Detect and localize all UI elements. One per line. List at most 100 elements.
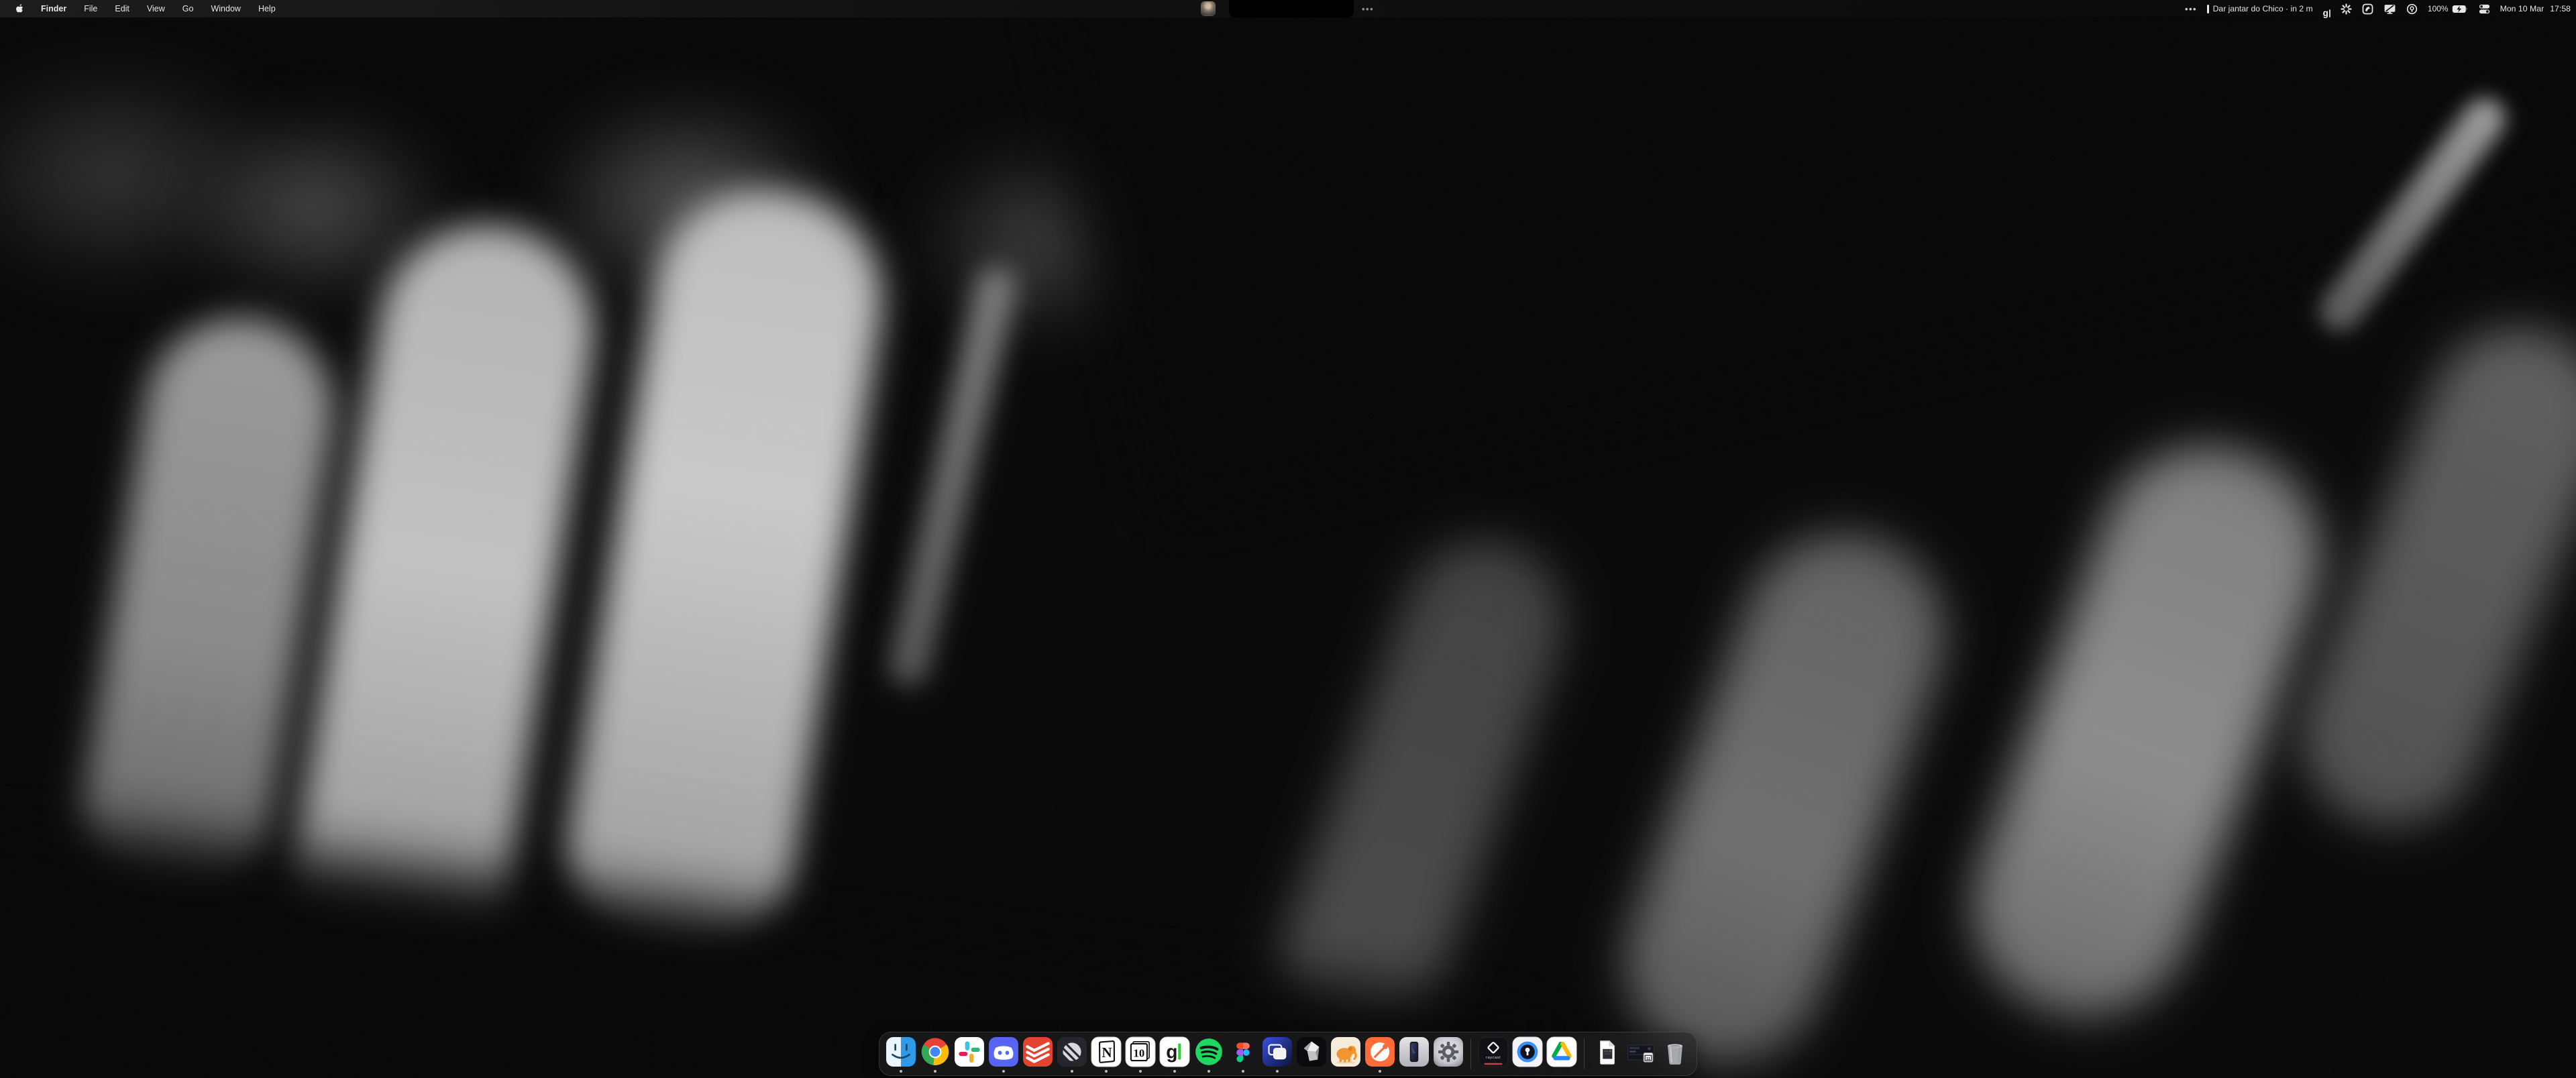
- running-indicator-dot: [900, 1070, 902, 1073]
- dock-item-postman[interactable]: [1364, 1036, 1395, 1067]
- finder-icon: [885, 1036, 916, 1067]
- svg-text:g: g: [1166, 1040, 1177, 1062]
- dock-item-linear[interactable]: [1057, 1036, 1087, 1067]
- discord-icon: [988, 1036, 1019, 1067]
- burst-icon: [2341, 3, 2352, 15]
- control-center-menu-item[interactable]: [2479, 0, 2490, 17]
- granola-menu-item[interactable]: g: [2323, 0, 2330, 17]
- notion-icon: N: [1091, 1036, 1122, 1067]
- dock-item-black-3d-app[interactable]: [1296, 1036, 1327, 1067]
- menu-window[interactable]: Window: [202, 0, 249, 17]
- screenshot-file-icon: 11: [1625, 1036, 1656, 1067]
- dock-item-screenshot-file[interactable]: 11: [1625, 1036, 1656, 1067]
- dock-item-granola[interactable]: g: [1159, 1036, 1190, 1067]
- apple-logo-icon: [15, 3, 24, 14]
- dock-item-trash[interactable]: [1660, 1036, 1690, 1067]
- menu-bar-clock[interactable]: Mon 10 Mar 17:58: [2500, 0, 2571, 17]
- wallpaper-streak: [885, 262, 1020, 690]
- chrome-icon: [920, 1036, 951, 1067]
- one-password-icon: [2406, 3, 2418, 15]
- clock-date: Mon 10 Mar: [2500, 4, 2544, 13]
- running-indicator-dot: [1379, 1070, 1381, 1073]
- wallpaper-band: [1941, 416, 2351, 1046]
- menu-edit[interactable]: Edit: [106, 0, 138, 17]
- dock-item-system-settings[interactable]: [1433, 1036, 1464, 1067]
- dock-item-notion-calendar[interactable]: 10: [1125, 1036, 1156, 1067]
- burst-menu-item[interactable]: [2341, 0, 2352, 17]
- dock-item-todoist[interactable]: [1022, 1036, 1053, 1067]
- app-menu-list: FinderFileEditViewGoWindowHelp: [32, 0, 284, 17]
- dock-item-google-drive[interactable]: [1546, 1036, 1577, 1067]
- wallpaper-band: [1596, 505, 1973, 1078]
- display-menu-item[interactable]: [2383, 0, 2396, 17]
- menu-bar: FinderFileEditViewGoWindowHelp ••• ••• D…: [0, 0, 2576, 17]
- todoist-icon: [1022, 1036, 1053, 1067]
- dock-item-raycast[interactable]: raycast: [1478, 1036, 1509, 1067]
- dock-item-document-file[interactable]: [1591, 1036, 1622, 1067]
- one-password-menu-item[interactable]: [2406, 0, 2418, 17]
- menu-finder[interactable]: Finder: [32, 0, 75, 17]
- raycast-icon: raycast: [1478, 1036, 1509, 1067]
- dock-item-chrome[interactable]: [920, 1036, 951, 1067]
- dock-item-screen-windows-app[interactable]: [1262, 1036, 1293, 1067]
- slack-icon: [954, 1036, 985, 1067]
- wallpaper-band: [551, 174, 898, 972]
- clock-time: 17:58: [2550, 4, 2571, 13]
- dock-item-postico[interactable]: [1330, 1036, 1361, 1067]
- iphone-mirroring-icon: [1399, 1036, 1430, 1067]
- desktop: FinderFileEditViewGoWindowHelp ••• ••• D…: [0, 0, 2576, 1078]
- text-cursor-icon: [2329, 9, 2330, 17]
- notion-calendar-icon: 10: [1125, 1036, 1156, 1067]
- status-overflow[interactable]: •••: [2185, 0, 2197, 17]
- camera-notch: [1229, 0, 1354, 17]
- battery-menu-item[interactable]: 100%: [2428, 0, 2469, 17]
- capture-menu-item[interactable]: [2362, 0, 2373, 17]
- running-indicator-dot: [1139, 1070, 1142, 1073]
- battery-percent: 100%: [2428, 4, 2449, 13]
- dock-separator: [1584, 1038, 1585, 1069]
- document-file-icon: [1591, 1036, 1622, 1067]
- wallpaper-shadow: [1031, 0, 2576, 530]
- svg-text:raycast: raycast: [1486, 1056, 1501, 1060]
- menu-view[interactable]: View: [138, 0, 174, 17]
- running-indicator-dot: [1276, 1070, 1279, 1073]
- postman-icon: [1364, 1036, 1395, 1067]
- battery-charging-icon: [2452, 5, 2469, 13]
- postico-icon: [1330, 1036, 1361, 1067]
- spotify-icon: [1193, 1036, 1224, 1067]
- dock-item-finder[interactable]: [885, 1036, 916, 1067]
- wallpaper: [0, 0, 2576, 1078]
- event-color-bar-icon: [2207, 5, 2209, 13]
- dock-item-one-password[interactable]: [1512, 1036, 1543, 1067]
- dock-item-figma[interactable]: [1228, 1036, 1258, 1067]
- dock-item-notion[interactable]: N: [1091, 1036, 1122, 1067]
- apple-menu[interactable]: [9, 0, 32, 17]
- granola-icon: g: [1159, 1036, 1190, 1067]
- black-3d-app-icon: [1296, 1036, 1327, 1067]
- menu-file[interactable]: File: [75, 0, 106, 17]
- menu-bar-left: FinderFileEditViewGoWindowHelp: [0, 0, 284, 17]
- avatar-menu-item[interactable]: [1201, 1, 1216, 16]
- running-indicator-dot: [1242, 1070, 1244, 1073]
- google-drive-icon: [1546, 1036, 1577, 1067]
- dock-item-iphone-mirroring[interactable]: [1399, 1036, 1430, 1067]
- hidden-items-menu[interactable]: •••: [1362, 0, 1374, 17]
- running-indicator-dot: [1105, 1070, 1108, 1073]
- svg-text:N: N: [1102, 1044, 1112, 1061]
- menu-go[interactable]: Go: [174, 0, 203, 17]
- trash-icon: [1660, 1036, 1690, 1067]
- dock-item-slack[interactable]: [954, 1036, 985, 1067]
- dock-item-spotify[interactable]: [1193, 1036, 1224, 1067]
- system-settings-icon: [1433, 1036, 1464, 1067]
- svg-text:10: 10: [1134, 1046, 1145, 1059]
- ellipsis-icon: •••: [1362, 4, 1374, 14]
- dock-item-discord[interactable]: [988, 1036, 1019, 1067]
- dock-separator: [1470, 1038, 1471, 1069]
- menu-help[interactable]: Help: [250, 0, 284, 17]
- reminder-menu-item[interactable]: Dar jantar do Chico · in 2 m: [2207, 0, 2313, 17]
- display-mirroring-icon: [2383, 3, 2396, 15]
- running-indicator-dot: [1173, 1070, 1176, 1073]
- running-indicator-dot: [934, 1070, 936, 1073]
- menu-bar-status: ••• Dar jantar do Chico · in 2 m g: [2185, 0, 2571, 17]
- running-indicator-dot: [1071, 1070, 1073, 1073]
